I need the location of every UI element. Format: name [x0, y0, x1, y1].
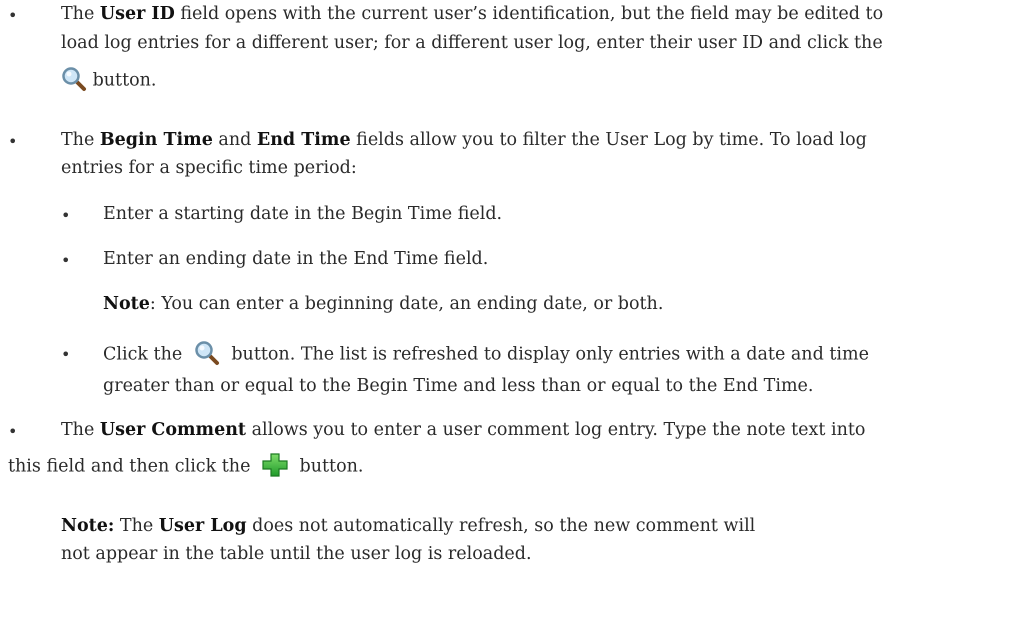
text: The: [61, 420, 100, 440]
user-id-label: User ID: [99, 4, 175, 24]
note-label: Note: [103, 294, 150, 314]
text: button.: [87, 70, 157, 91]
bullet-dot: •: [8, 6, 18, 25]
user-id-paragraph-line-1: The User ID field opens with the current…: [61, 4, 883, 24]
add-plus-icon: [260, 452, 290, 478]
text: button.: [293, 456, 364, 477]
user-log-label: User Log: [158, 516, 247, 536]
user-id-paragraph-line-2: load log entries for a different user; f…: [61, 33, 883, 53]
end-time-label: End Time: [256, 130, 351, 150]
search-icon: [194, 340, 220, 366]
text: this field and then click the: [8, 456, 256, 477]
text: Click the: [103, 344, 188, 365]
click-search-line-1: Click the button. The list is refreshed …: [103, 340, 869, 368]
text: fields allow you to filter the User Log …: [350, 130, 867, 150]
text: button. The list is refreshed to display…: [225, 344, 869, 365]
user-comment-paragraph-line-1: The User Comment allows you to enter a u…: [61, 420, 865, 440]
text: The: [61, 130, 100, 150]
text: field opens with the current user’s iden…: [174, 4, 884, 24]
user-id-paragraph-line-3: button.: [61, 66, 157, 94]
text: allows you to enter a user comment log e…: [246, 420, 866, 440]
sub-bullet-dot: •: [61, 206, 71, 225]
bullet-dot: •: [8, 132, 18, 151]
search-icon: [61, 66, 87, 92]
text: : You can enter a beginning date, an end…: [149, 294, 664, 314]
bullet-dot: •: [8, 422, 18, 441]
sub-item-begin-date: Enter a starting date in the Begin Time …: [103, 204, 503, 224]
user-comment-paragraph-line-2: this field and then click the button.: [8, 452, 364, 480]
text: The: [114, 516, 159, 536]
begin-time-label: Begin Time: [99, 130, 213, 150]
refresh-note-line-1: Note: The User Log does not automaticall…: [61, 516, 755, 536]
sub-item-end-date: Enter an ending date in the End Time fie…: [103, 249, 489, 269]
time-filter-paragraph-line-1: The Begin Time and End Time fields allow…: [61, 130, 867, 150]
sub-bullet-dot: •: [61, 251, 71, 270]
time-filter-note: Note: You can enter a beginning date, an…: [103, 294, 663, 314]
time-filter-paragraph-line-2: entries for a specific time period:: [61, 158, 357, 178]
text: does not automatically refresh, so the n…: [246, 516, 756, 536]
note-label: Note:: [61, 516, 115, 536]
click-search-line-2: greater than or equal to the Begin Time …: [103, 376, 814, 396]
text: and: [212, 130, 257, 150]
sub-bullet-dot: •: [61, 345, 71, 364]
text: The: [61, 4, 100, 24]
user-comment-label: User Comment: [99, 420, 247, 440]
refresh-note-line-2: not appear in the table until the user l…: [61, 544, 532, 564]
